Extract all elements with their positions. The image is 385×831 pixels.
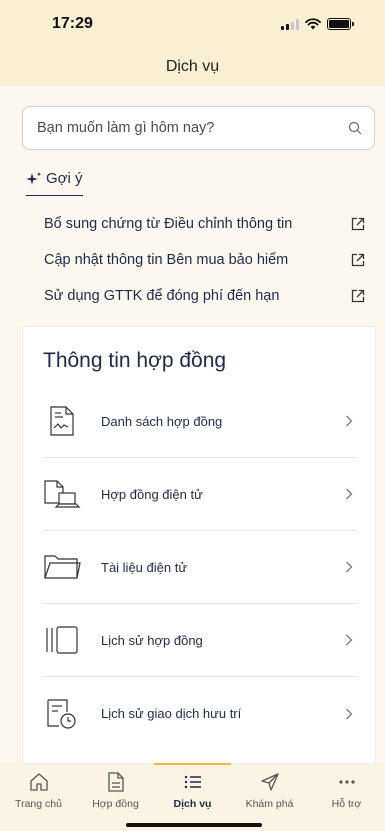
history-cards-icon xyxy=(43,621,81,659)
list-icon xyxy=(184,775,201,789)
card-title: Thông tin hợp đồng xyxy=(43,349,227,372)
status-bar: 17:29 xyxy=(0,0,385,48)
chevron-right-icon xyxy=(341,561,357,573)
status-icons xyxy=(281,18,354,30)
send-icon xyxy=(260,773,279,791)
menu-item-pension-history[interactable]: Lịch sử giao dịch hưu trí xyxy=(43,677,357,750)
menu-label: Tài liệu điện tử xyxy=(101,559,188,575)
status-time: 17:29 xyxy=(52,15,93,32)
chevron-right-icon xyxy=(341,634,357,646)
external-link-icon xyxy=(351,217,365,231)
chevron-right-icon xyxy=(341,488,357,500)
tab-support[interactable]: Hỗ trợ xyxy=(308,764,385,831)
battery-icon xyxy=(327,18,354,30)
search-icon[interactable] xyxy=(348,121,362,135)
cellular-signal-icon xyxy=(281,18,299,30)
search-placeholder: Bạn muốn làm gì hôm nay? xyxy=(37,120,215,136)
menu-label: Lịch sử hợp đồng xyxy=(101,632,203,648)
search-input[interactable]: Bạn muốn làm gì hôm nay? xyxy=(22,106,375,150)
tab-label: Hợp đồng xyxy=(92,798,139,810)
chevron-right-icon xyxy=(341,708,357,720)
bottom-tab-bar: Trang chủ Hợp đồng Dịch vụ Khám phá Hỗ t… xyxy=(0,763,385,831)
home-icon xyxy=(29,773,48,791)
menu-item-contract-list[interactable]: Danh sách hợp đồng xyxy=(43,385,357,458)
suggestions-tab[interactable]: Gợi ý xyxy=(26,170,83,196)
tab-home[interactable]: Trang chủ xyxy=(0,764,77,831)
suggestion-item[interactable]: Cập nhật thông tin Bên mua bảo hiểm xyxy=(10,242,375,278)
main-content: Bạn muốn làm gì hôm nay? Gợi ý Bổ sung c… xyxy=(0,86,385,763)
suggestion-item[interactable]: Sử dụng GTTK để đóng phí đến hạn xyxy=(10,278,375,314)
menu-label: Danh sách hợp đồng xyxy=(101,413,223,429)
external-link-icon xyxy=(351,289,365,303)
suggestions-heading: Gợi ý xyxy=(46,170,83,187)
sparkle-icon xyxy=(26,171,42,185)
suggestion-label: Sử dụng GTTK để đóng phí đến hạn xyxy=(44,288,280,304)
folder-icon xyxy=(43,548,81,586)
more-icon xyxy=(338,780,355,784)
chevron-right-icon xyxy=(341,415,357,427)
tab-label: Trang chủ xyxy=(15,798,62,810)
document-clock-icon xyxy=(43,695,81,733)
tab-contracts[interactable]: Hợp đồng xyxy=(77,764,154,831)
suggestion-list: Bổ sung chứng từ Điều chỉnh thông tin Cậ… xyxy=(10,206,375,314)
tab-label: Khám phá xyxy=(245,798,294,810)
document-icon xyxy=(107,772,124,792)
menu-item-contract-history[interactable]: Lịch sử hợp đồng xyxy=(43,604,357,677)
page-title: Dịch vụ xyxy=(165,58,220,75)
menu-label: Lịch sử giao dịch hưu trí xyxy=(101,706,242,721)
contract-info-card: Thông tin hợp đồng Danh sách hợp đồng Hợ… xyxy=(22,326,376,763)
tab-services[interactable]: Dịch vụ xyxy=(154,763,231,831)
suggestion-label: Bổ sung chứng từ Điều chỉnh thông tin xyxy=(44,216,293,232)
suggestion-label: Cập nhật thông tin Bên mua bảo hiểm xyxy=(44,252,289,268)
laptop-document-icon xyxy=(43,475,81,513)
external-link-icon xyxy=(351,253,365,267)
tab-explore[interactable]: Khám phá xyxy=(231,764,308,831)
tab-label: Dịch vụ xyxy=(173,798,212,810)
wifi-icon xyxy=(305,18,321,30)
contract-list-icon xyxy=(43,402,81,440)
page-header: Dịch vụ xyxy=(0,48,385,86)
menu-item-e-contract[interactable]: Hợp đồng điện tử xyxy=(43,458,357,531)
menu-item-e-documents[interactable]: Tài liệu điện tử xyxy=(43,531,357,604)
tab-label: Hỗ trợ xyxy=(331,798,362,810)
home-indicator xyxy=(126,823,262,827)
menu-label: Hợp đồng điện tử xyxy=(101,486,203,502)
suggestion-item[interactable]: Bổ sung chứng từ Điều chỉnh thông tin xyxy=(10,206,375,242)
